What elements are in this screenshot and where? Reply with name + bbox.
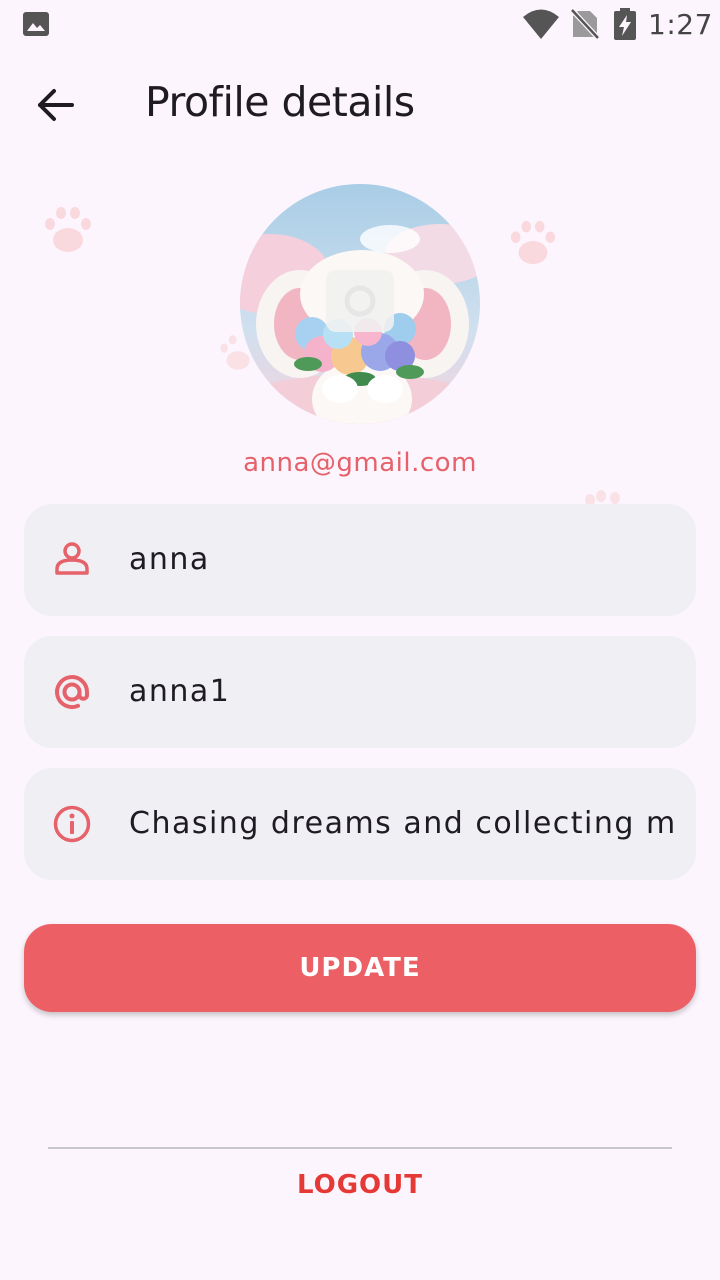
gallery-icon [23,12,49,36]
status-time: 1:27 [648,8,713,41]
arrow-left-icon [38,89,74,121]
no-sim-icon [570,8,600,40]
back-button[interactable] [28,80,84,130]
page-title: Profile details [145,78,415,126]
username-field[interactable]: anna1 [24,636,696,748]
battery-charging-icon [614,8,636,40]
app-bar: Profile details [0,60,720,148]
paw-print-icon [585,490,620,504]
bio-field[interactable]: Chasing dreams and collecting memories [24,768,696,880]
info-icon [53,805,91,843]
paw-print-icon [45,207,91,252]
avatar[interactable] [240,184,480,424]
paw-print-icon [510,220,556,265]
profile-screen: 1:27 Profile details anna@gmail.com anna… [0,0,720,1280]
name-input[interactable]: anna [129,504,676,616]
status-bar: 1:27 [0,0,720,50]
at-icon [55,675,89,710]
update-button[interactable]: UPDATE [24,924,696,1012]
camera-icon [326,270,394,332]
bio-input[interactable]: Chasing dreams and collecting memories [129,768,676,880]
divider [48,1147,672,1149]
person-icon [55,542,89,575]
username-input[interactable]: anna1 [129,636,676,748]
logout-button[interactable]: LOGOUT [260,1160,460,1210]
name-field[interactable]: anna [24,504,696,616]
profile-email: anna@gmail.com [243,448,477,478]
wifi-icon [523,9,559,39]
